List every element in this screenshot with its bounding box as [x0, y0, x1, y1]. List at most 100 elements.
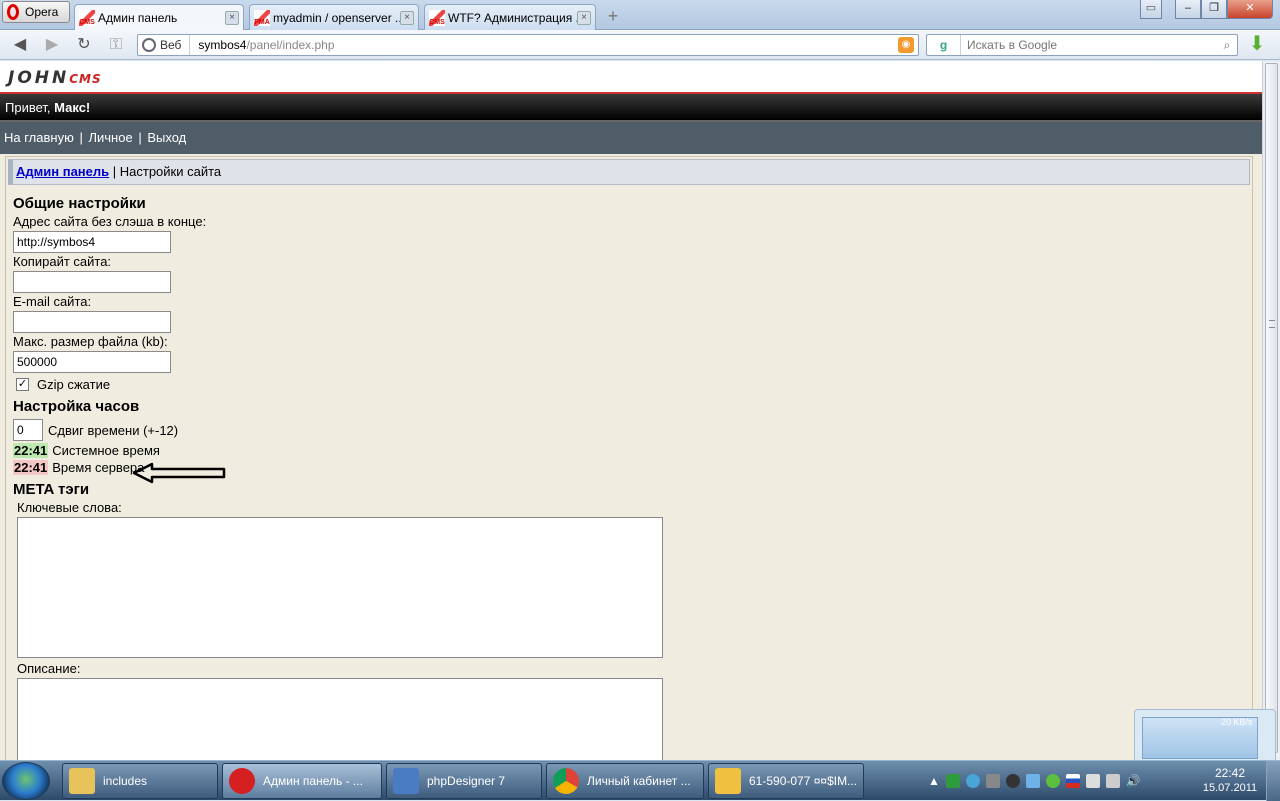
url-text[interactable]: symbos4/panel/index.php — [190, 38, 334, 52]
system-clock[interactable]: 22:42 15.07.2011 — [1198, 766, 1262, 796]
gzip-option: ✓ Gzip сжатие — [16, 376, 1252, 392]
description-label: Описание: — [17, 661, 81, 676]
breadcrumb-admin-link[interactable]: Админ панель — [16, 164, 109, 179]
copyright-label: Копирайт сайта: — [13, 254, 112, 269]
search-input[interactable] — [961, 38, 1217, 52]
download-icon[interactable]: ⬇ — [1246, 34, 1268, 56]
language-flag-icon[interactable] — [1065, 774, 1080, 788]
page-scrollbar[interactable] — [1262, 61, 1280, 760]
google-engine-icon[interactable]: g — [927, 35, 961, 55]
taskbar-opera[interactable]: Админ панель - ... — [222, 763, 382, 799]
opera-menu-button[interactable]: Opera — [2, 1, 70, 23]
forward-arrow-icon[interactable]: ▶ — [42, 35, 62, 55]
folder-icon — [69, 768, 95, 794]
max-file-size-label: Макс. размер файла (kb): — [13, 334, 168, 349]
network-icon[interactable] — [1105, 774, 1120, 788]
system-time-label: Системное время — [52, 443, 160, 458]
email-input[interactable] — [13, 311, 171, 333]
user-name: Макс! — [54, 100, 91, 115]
tab-close-icon[interactable]: × — [225, 11, 239, 25]
greeting-bar: Привет, Макс! — [0, 94, 1262, 122]
tab-list-icon[interactable]: ▭ — [1140, 0, 1162, 19]
scrollbar-thumb[interactable] — [1265, 63, 1278, 753]
browser-navigation-bar: ◀ ▶ ↻ ⚿ Веб symbos4/panel/index.php ◉ g … — [0, 30, 1280, 60]
system-tray: ▲ 🔊 — [920, 761, 1200, 801]
cms-favicon-icon: CMS — [79, 10, 95, 26]
nav-personal-link[interactable]: Личное — [88, 130, 132, 145]
grip-icon — [1269, 320, 1275, 328]
search-box[interactable]: g ⌕ — [926, 34, 1238, 56]
skype-icon[interactable] — [965, 774, 980, 788]
tab-admin-panel[interactable]: CMS Админ панель × — [74, 4, 244, 31]
opera-menu-label: Opera — [25, 5, 59, 19]
opera-logo-icon — [7, 4, 19, 20]
gzip-label: Gzip сжатие — [37, 376, 111, 392]
system-time-value: 22:41 — [13, 443, 49, 458]
breadcrumb: Админ панель | Настройки сайта — [8, 159, 1250, 185]
cms-favicon-icon: CMS — [429, 9, 445, 26]
max-file-size-input[interactable] — [13, 351, 171, 373]
phpdesigner-icon — [393, 768, 419, 794]
network-rate: 20 KB/s — [1221, 717, 1253, 727]
copyright-input[interactable] — [13, 271, 171, 293]
taskbar-includes[interactable]: includes — [62, 763, 218, 799]
tray-expand-icon[interactable]: ▲ — [928, 774, 940, 788]
globe-icon — [142, 38, 156, 52]
site-url-input[interactable] — [13, 231, 171, 253]
keywords-textarea[interactable] — [17, 517, 663, 658]
rss-feed-icon[interactable]: ◉ — [898, 37, 914, 53]
time-shift-input[interactable] — [13, 419, 43, 441]
taskbar-chrome[interactable]: Личный кабинет ... — [546, 763, 704, 799]
taskbar-phpdesigner[interactable]: phpDesigner 7 — [386, 763, 542, 799]
nav-logout-link[interactable]: Выход — [147, 130, 186, 145]
taskbar-mail[interactable]: 61-590-077 ¤¤$IM... — [708, 763, 864, 799]
cms-header: JOHNCMS — [0, 61, 1262, 94]
windows-taskbar: includes Админ панель - ... phpDesigner … — [0, 760, 1280, 801]
gzip-checkbox[interactable]: ✓ — [16, 377, 29, 391]
search-icon[interactable]: ⌕ — [1217, 38, 1237, 53]
tab-myadmin[interactable]: PMA myadmin / openserver ... × — [249, 4, 419, 30]
pma-favicon-icon: PMA — [254, 9, 270, 26]
top-navigation: На главную | Личное | Выход — [0, 122, 1262, 154]
start-button[interactable] — [2, 762, 50, 800]
server-time-value: 22:41 — [13, 460, 49, 475]
back-arrow-icon[interactable]: ◀ — [10, 35, 30, 55]
nav-home-link[interactable]: На главную — [4, 130, 74, 145]
new-tab-button[interactable]: + — [602, 7, 624, 27]
network-monitor-widget[interactable]: 20 KB/s — [1134, 709, 1276, 764]
keywords-label: Ключевые слова: — [17, 500, 122, 515]
tab-close-icon[interactable]: × — [400, 10, 414, 25]
close-window-button[interactable]: ✕ — [1227, 0, 1273, 19]
server-time-label: Время сервера — [52, 460, 145, 475]
url-host: symbos4 — [198, 38, 247, 52]
tab-label: WTF? Администрация ... — [448, 10, 577, 25]
flag-icon[interactable] — [945, 774, 960, 788]
settings-panel: Админ панель | Настройки сайта Общие нас… — [5, 156, 1253, 760]
url-path: /panel/index.php — [246, 38, 335, 52]
clock-date: 15.07.2011 — [1202, 782, 1258, 794]
page-viewport: JOHNCMS Привет, Макс! На главную | Лично… — [0, 61, 1262, 760]
clock-time: 22:42 — [1214, 766, 1246, 780]
address-bar[interactable]: Веб symbos4/panel/index.php ◉ — [137, 34, 919, 56]
show-desktop-button[interactable] — [1266, 761, 1280, 801]
tab-wtf-administration[interactable]: CMS WTF? Администрация ... × — [424, 4, 596, 30]
volume-icon[interactable]: 🔊 — [1126, 774, 1141, 788]
utility-icon[interactable] — [985, 774, 1000, 788]
tab-label: Админ панель — [98, 11, 178, 25]
minimize-button[interactable]: – — [1175, 0, 1201, 19]
address-mode[interactable]: Веб — [138, 35, 191, 55]
browser-tab-bar: Opera CMS Админ панель × PMA myadmin / o… — [0, 0, 1280, 31]
mail-icon — [715, 768, 741, 794]
description-textarea[interactable] — [17, 678, 663, 760]
key-icon[interactable]: ⚿ — [106, 35, 126, 55]
maximize-button[interactable]: ❐ — [1201, 0, 1227, 19]
reload-icon[interactable]: ↻ — [74, 35, 94, 55]
device-icon[interactable] — [1085, 774, 1100, 788]
johncms-logo[interactable]: JOHNCMS — [8, 68, 102, 88]
tab-close-icon[interactable]: × — [577, 10, 591, 25]
clock-settings-heading: Настройка часов — [13, 398, 140, 415]
icq-flower-icon[interactable] — [1045, 774, 1060, 788]
camera-icon[interactable] — [1005, 774, 1020, 788]
breadcrumb-current: Настройки сайта — [119, 164, 222, 179]
sync-icon[interactable] — [1025, 774, 1040, 788]
